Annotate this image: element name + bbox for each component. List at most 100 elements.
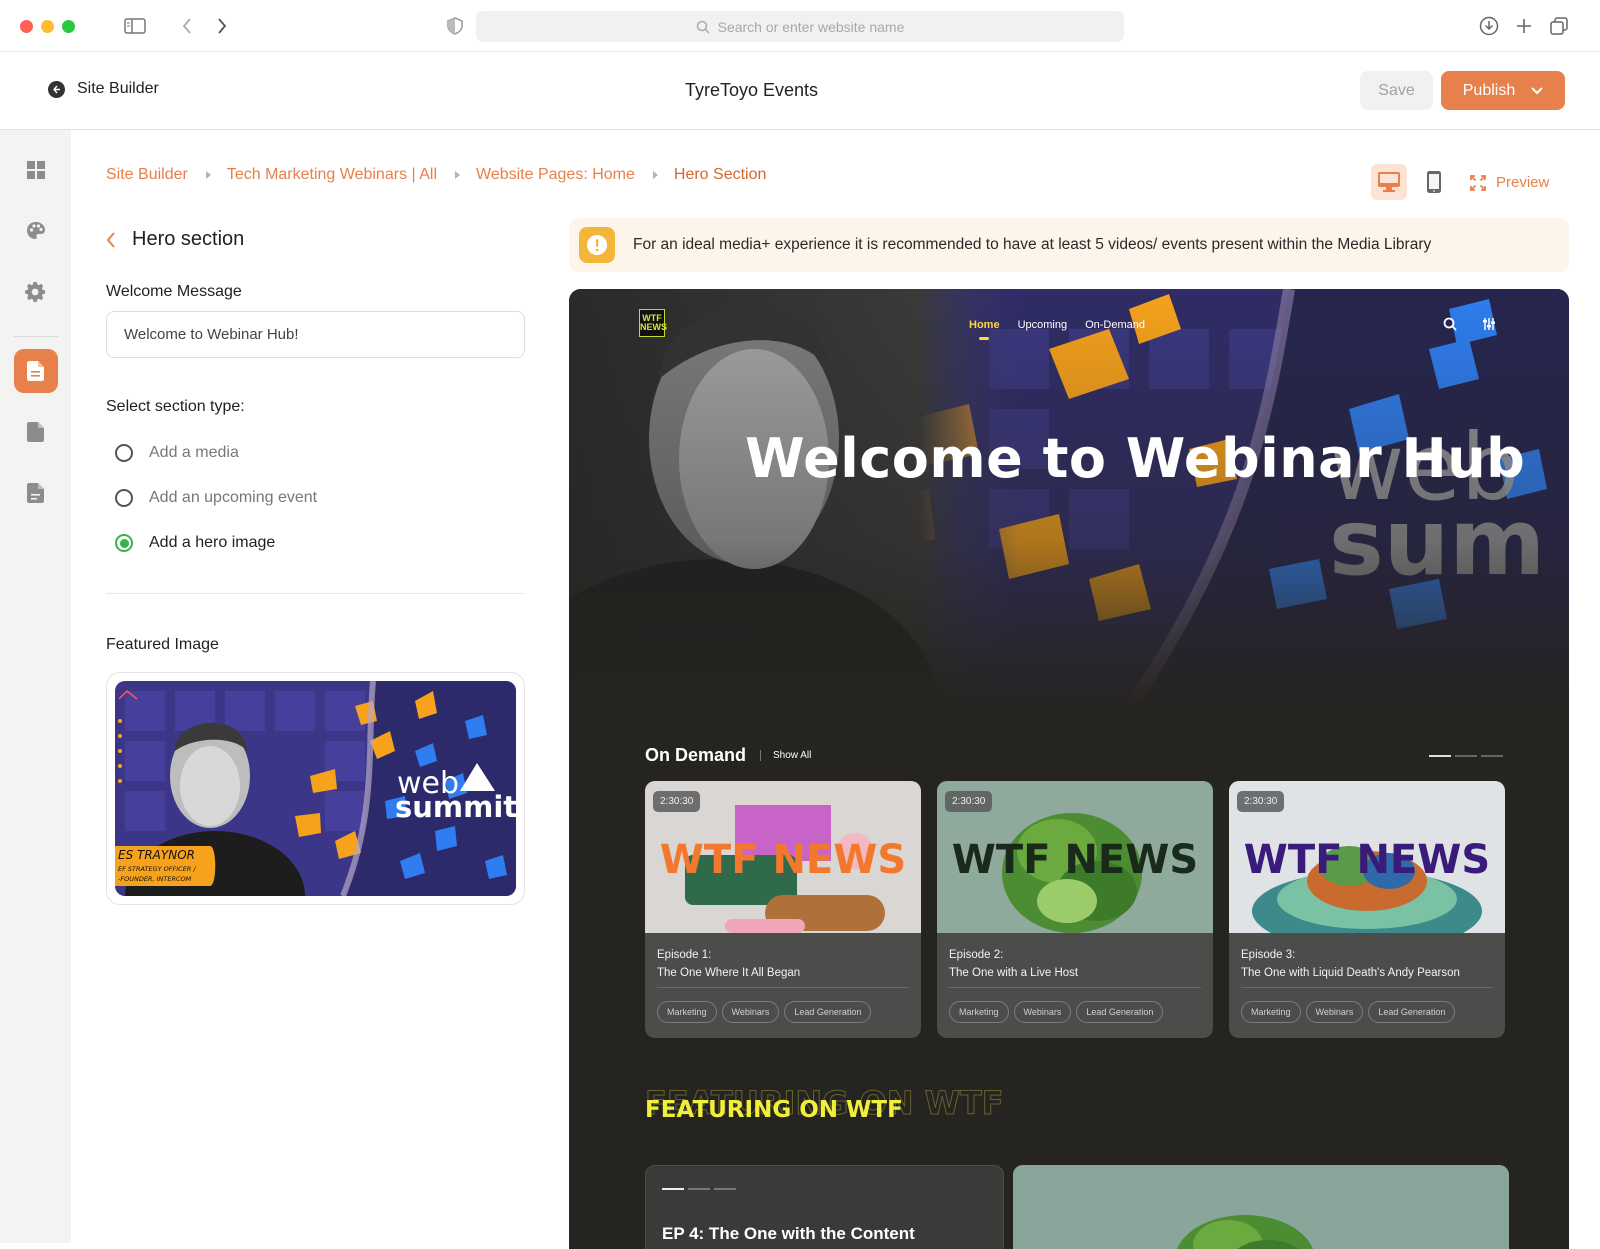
- maximize-window-button[interactable]: [62, 20, 75, 33]
- featured-pager[interactable]: [662, 1188, 736, 1190]
- breadcrumb-webinars[interactable]: Tech Marketing Webinars | All: [227, 166, 437, 184]
- dashboard-nav-button[interactable]: [14, 148, 58, 192]
- site-search-icon[interactable]: [1443, 317, 1457, 331]
- featured-brand-bottom: summit: [395, 790, 516, 824]
- side-rail: [0, 130, 71, 1243]
- site-logo[interactable]: WTF NEWS: [639, 309, 667, 337]
- card-thumb-text: WTF NEWS: [952, 837, 1198, 883]
- save-button[interactable]: Save: [1360, 71, 1433, 110]
- option-add-media[interactable]: Add a media: [115, 444, 239, 462]
- site-nav-on-demand[interactable]: On-Demand: [1085, 319, 1145, 331]
- desktop-view-button[interactable]: [1371, 164, 1407, 200]
- mobile-view-button[interactable]: [1416, 164, 1452, 200]
- svg-text:-FOUNDER, INTERCOM: -FOUNDER, INTERCOM: [118, 875, 192, 883]
- forward-icon[interactable]: [210, 14, 234, 38]
- card-caption: Episode 2: The One with a Live Host: [949, 946, 1078, 982]
- tag[interactable]: Marketing: [657, 1001, 717, 1023]
- pages-nav-button[interactable]: [14, 349, 58, 393]
- video-card[interactable]: WTF NEWS 2:30:30 Episode 1: The One Wher…: [645, 781, 921, 1038]
- breadcrumb-caret-icon: [652, 171, 658, 179]
- preview-button[interactable]: Preview: [1470, 174, 1549, 191]
- featured-episode-card[interactable]: EP 4: The One with the Content: [645, 1165, 1004, 1249]
- breadcrumb-caret-icon: [455, 171, 460, 179]
- site-nav: Home Upcoming On-Demand: [969, 319, 1145, 340]
- tabs-overview-icon[interactable]: [1547, 14, 1571, 38]
- minimize-window-button[interactable]: [41, 20, 54, 33]
- shield-icon[interactable]: [443, 14, 467, 38]
- breadcrumb-website-pages[interactable]: Website Pages: Home: [476, 166, 635, 184]
- video-card[interactable]: WTF NEWS 2:30:30 Episode 3: The One with…: [1229, 781, 1505, 1038]
- back-chevron-icon[interactable]: [106, 231, 116, 248]
- episode-title: The One Where It All Began: [657, 967, 801, 979]
- episode-number: Episode 1:: [657, 949, 712, 961]
- publish-button[interactable]: Publish: [1441, 71, 1565, 110]
- document-nav-button[interactable]: [14, 410, 58, 454]
- settings-nav-button[interactable]: [14, 270, 58, 314]
- option-label: Add a hero image: [149, 534, 276, 551]
- welcome-message-label: Welcome Message: [106, 283, 242, 300]
- site-nav-home[interactable]: Home: [969, 319, 1000, 340]
- gear-icon: [25, 281, 46, 302]
- theme-nav-button[interactable]: [14, 209, 58, 253]
- report-nav-button[interactable]: [14, 471, 58, 515]
- url-placeholder: Search or enter website name: [717, 18, 905, 35]
- mobile-icon: [1427, 171, 1441, 193]
- close-window-button[interactable]: [20, 20, 33, 33]
- episode-number: Episode 3:: [1241, 949, 1296, 961]
- tag[interactable]: Marketing: [949, 1001, 1009, 1023]
- card-caption: Episode 1: The One Where It All Began: [657, 946, 800, 982]
- expand-icon: [1470, 174, 1486, 191]
- tag[interactable]: Webinars: [721, 1001, 780, 1023]
- video-card[interactable]: WTF NEWS 2:30:30 Episode 2: The One with…: [937, 781, 1213, 1038]
- app-header: Site Builder TyreToyo Events Save Publis…: [0, 52, 1600, 130]
- panel-divider: [106, 593, 525, 594]
- tag[interactable]: Marketing: [1241, 1001, 1301, 1023]
- tag[interactable]: Webinars: [1305, 1001, 1364, 1023]
- download-icon[interactable]: [1477, 14, 1501, 38]
- warning-text: For an ideal media+ experience it is rec…: [633, 236, 1432, 253]
- radio-button[interactable]: [115, 489, 133, 507]
- featured-image-picker[interactable]: ES TRAYNOR EF STRATEGY OFFICER / -FOUNDE…: [106, 672, 525, 905]
- featured-episode-image[interactable]: [1013, 1165, 1509, 1249]
- featured-caption-name: ES TRAYNOR: [118, 848, 195, 862]
- card-thumb-text: WTF NEWS: [660, 837, 906, 883]
- tag[interactable]: Lead Generation: [1368, 1001, 1456, 1023]
- episode-title: The One with Liquid Death's Andy Pearson: [1241, 967, 1460, 979]
- browser-toolbar: Search or enter website name: [0, 0, 1600, 52]
- tag[interactable]: Lead Generation: [1076, 1001, 1164, 1023]
- featuring-title: FEATURING ON WTF: [645, 1097, 903, 1123]
- new-tab-icon[interactable]: [1512, 14, 1536, 38]
- url-bar[interactable]: Search or enter website name: [476, 11, 1124, 42]
- show-all-link[interactable]: Show All: [760, 750, 811, 761]
- site-nav-upcoming[interactable]: Upcoming: [1018, 319, 1068, 331]
- featured-image-label: Featured Image: [106, 636, 219, 653]
- site-filter-icon[interactable]: [1482, 317, 1496, 331]
- sidebar-toggle-icon[interactable]: [123, 14, 147, 38]
- option-add-upcoming-event[interactable]: Add an upcoming event: [115, 489, 317, 507]
- breadcrumb: Site Builder Tech Marketing Webinars | A…: [106, 166, 766, 184]
- radio-button[interactable]: [115, 444, 133, 462]
- breadcrumb-site-builder[interactable]: Site Builder: [106, 166, 188, 184]
- search-icon: [696, 20, 710, 34]
- back-icon[interactable]: [175, 14, 199, 38]
- desktop-icon: [1378, 172, 1400, 192]
- option-add-hero-image[interactable]: Add a hero image: [115, 534, 275, 552]
- card-divider: [657, 987, 909, 988]
- episode-number: Episode 2:: [949, 949, 1004, 961]
- save-label: Save: [1378, 81, 1415, 99]
- option-label: Add a media: [149, 444, 239, 461]
- on-demand-header: On Demand Show All: [645, 745, 811, 766]
- tag[interactable]: Webinars: [1013, 1001, 1072, 1023]
- grid-icon: [27, 161, 45, 179]
- document-icon: [27, 422, 44, 442]
- carousel-pager[interactable]: [1429, 755, 1503, 757]
- card-caption: Episode 3: The One with Liquid Death's A…: [1241, 946, 1460, 982]
- featured-image-thumbnail: ES TRAYNOR EF STRATEGY OFFICER / -FOUNDE…: [115, 681, 516, 896]
- page-icon: [27, 361, 44, 381]
- event-title: TyreToyo Events: [684, 80, 819, 100]
- tag[interactable]: Lead Generation: [784, 1001, 872, 1023]
- episode-title: The One with a Live Host: [949, 967, 1079, 979]
- radio-button-checked[interactable]: [115, 534, 133, 552]
- duration-badge: 2:30:30: [653, 791, 701, 812]
- welcome-message-input[interactable]: Welcome to Webinar Hub!: [106, 311, 525, 358]
